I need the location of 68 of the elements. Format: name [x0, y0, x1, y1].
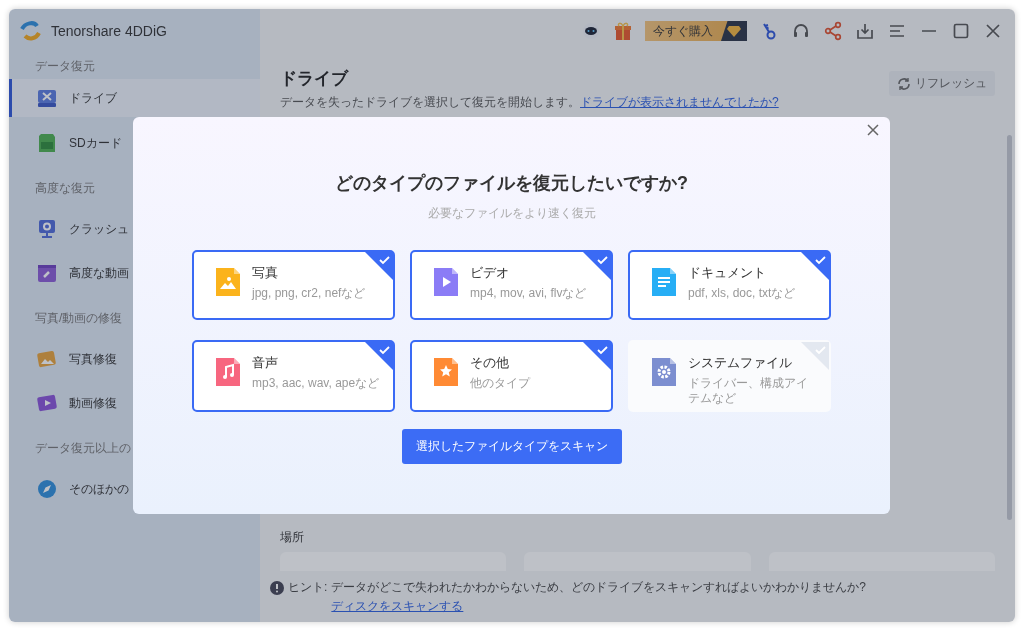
checkmark-icon: [365, 252, 393, 280]
file-type-formats: jpg, png, cr2, nefなど: [252, 286, 366, 301]
download-icon[interactable]: [855, 21, 875, 41]
maximize-icon[interactable]: [951, 21, 971, 41]
sidebar-item[interactable]: SDカード: [9, 123, 133, 163]
sidebar-item[interactable]: クラッシュ: [9, 209, 133, 249]
file-type-card[interactable]: システムファイル ドライバー、構成アイテムなど: [628, 340, 831, 412]
sidebar-section-label: 写真/動画の修復: [34, 309, 124, 327]
sd-card-icon: [36, 132, 58, 154]
music-file-icon: [214, 356, 242, 388]
sidebar-item[interactable]: 動画修復: [9, 383, 133, 423]
file-type-card[interactable]: 写真 jpg, png, cr2, nefなど: [192, 250, 395, 320]
checkmark-icon: [801, 252, 829, 280]
image-file-icon: [214, 266, 242, 298]
help-link[interactable]: ドライブが表示されませんでしたか?: [580, 95, 779, 109]
file-type-formats: pdf, xls, doc, txtなど: [688, 286, 796, 301]
share-icon[interactable]: [823, 21, 843, 41]
sidebar-item[interactable]: 写真修復: [9, 339, 133, 379]
checkmark-icon: [583, 342, 611, 370]
monitor-icon: [36, 218, 58, 240]
compass-icon: [36, 478, 58, 500]
file-type-formats: mp3, aac, wav, apeなど: [252, 376, 380, 391]
gear-file-icon: [650, 356, 678, 388]
file-type-name: ドキュメント: [688, 264, 767, 282]
hint-label: ヒント:: [288, 579, 328, 596]
buy-now-button[interactable]: 今すぐ購入: [645, 21, 747, 41]
checkmark-icon: [365, 342, 393, 370]
file-type-formats: ドライバー、構成アイテムなど: [688, 376, 809, 406]
wrench-icon: [36, 262, 58, 284]
dialog-title: どのタイプのファイルを復元したいですか?: [335, 172, 688, 195]
scrollbar[interactable]: [1007, 135, 1012, 520]
page-subtitle: データを失ったドライブを選択して復元を開始します。: [280, 95, 580, 109]
refresh-icon: [897, 76, 911, 91]
video-file-icon: [432, 266, 460, 298]
refresh-button[interactable]: リフレッシュ: [889, 71, 995, 96]
app-title: Tenorshare 4DDiG: [51, 23, 167, 39]
page-title: ドライブ: [280, 68, 350, 90]
diamond-icon: [727, 25, 741, 37]
file-type-formats: mp4, mov, avi, flvなど: [470, 286, 587, 301]
drive-icon: [36, 87, 58, 109]
star-file-icon: [432, 356, 460, 388]
sidebar-section-label: データ復元以上の: [34, 439, 132, 457]
checkmark-icon: [583, 252, 611, 280]
file-type-name: その他: [470, 354, 510, 372]
document-file-icon: [650, 266, 678, 298]
checkmark-icon: [801, 342, 829, 370]
file-type-card[interactable]: ビデオ mp4, mov, avi, flvなど: [410, 250, 613, 320]
logo-icon: [19, 20, 43, 42]
close-icon[interactable]: [866, 123, 880, 137]
gift-icon[interactable]: [613, 21, 633, 41]
file-type-name: 音声: [252, 354, 279, 372]
scan-button[interactable]: 選択したファイルタイプをスキャン: [401, 429, 622, 464]
file-type-formats: 他のタイプ: [470, 376, 530, 391]
hint-text: データがどこで失われたかわからないため、どのドライブをスキャンすればよいかわかりませんか?: [331, 580, 867, 594]
scan-disk-link[interactable]: ディスクをスキャンする: [331, 599, 464, 613]
sidebar-section-label: データ復元: [34, 57, 96, 75]
section-label: 場所: [280, 529, 305, 546]
sidebar-item[interactable]: 高度な動画: [9, 253, 133, 293]
dialog-subtitle: 必要なファイルをより速く復元: [427, 205, 596, 222]
sidebar-item[interactable]: ドライブ: [9, 79, 260, 117]
file-type-name: ビデオ: [470, 264, 510, 282]
file-type-card[interactable]: ドキュメント pdf, xls, doc, txtなど: [628, 250, 831, 320]
file-type-card[interactable]: 音声 mp3, aac, wav, apeなど: [192, 340, 395, 412]
file-type-card[interactable]: その他 他のタイプ: [410, 340, 613, 412]
file-type-name: システムファイル: [688, 354, 793, 372]
sidebar-section-label: 高度な復元: [34, 179, 96, 197]
sidebar-item[interactable]: そのほかの: [9, 469, 133, 509]
file-type-name: 写真: [252, 264, 279, 282]
